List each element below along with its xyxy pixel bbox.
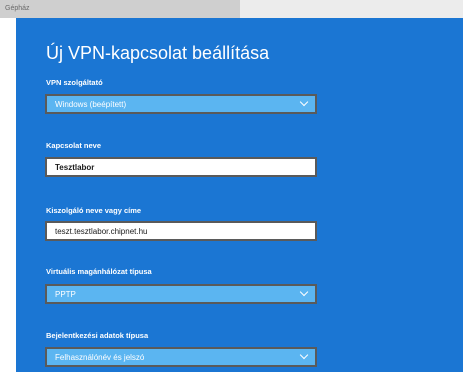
vpn-type-value: PPTP	[55, 289, 76, 299]
signin-type-label: Bejelentkezési adatok típusa	[46, 331, 149, 340]
window-title: Gépház	[5, 5, 30, 12]
server-name-value: teszt.tesztlabor.chipnet.hu	[55, 226, 148, 236]
vpn-settings-panel: Új VPN-kapcsolat beállítása VPN szolgált…	[16, 18, 463, 372]
page-title: Új VPN-kapcsolat beállítása	[46, 43, 270, 63]
signin-type-select[interactable]: Felhasználónév és jelszó	[45, 347, 317, 367]
vpn-type-label: Virtuális magánhálózat típusa	[46, 267, 152, 276]
signin-type-value: Felhasználónév és jelszó	[55, 352, 145, 362]
vpn-provider-select[interactable]: Windows (beépített)	[45, 94, 317, 114]
server-name-label: Kiszolgáló neve vagy címe	[46, 206, 142, 215]
server-name-input[interactable]: teszt.tesztlabor.chipnet.hu	[45, 221, 317, 241]
chevron-down-icon	[295, 350, 315, 364]
chevron-down-icon	[295, 97, 315, 111]
connection-name-input[interactable]: Tesztlabor	[45, 157, 317, 177]
vpn-provider-label: VPN szolgáltató	[46, 78, 103, 87]
vpn-type-select[interactable]: PPTP	[45, 284, 317, 304]
window-title-tab	[0, 0, 240, 18]
connection-name-label: Kapcsolat neve	[46, 141, 102, 150]
window-title-bar: Gépház	[0, 0, 463, 18]
chevron-down-icon	[295, 287, 315, 301]
connection-name-value: Tesztlabor	[55, 162, 95, 172]
settings-window: Gépház Új VPN-kapcsolat beállítása VPN s…	[0, 0, 463, 372]
vpn-provider-value: Windows (beépített)	[55, 99, 127, 109]
